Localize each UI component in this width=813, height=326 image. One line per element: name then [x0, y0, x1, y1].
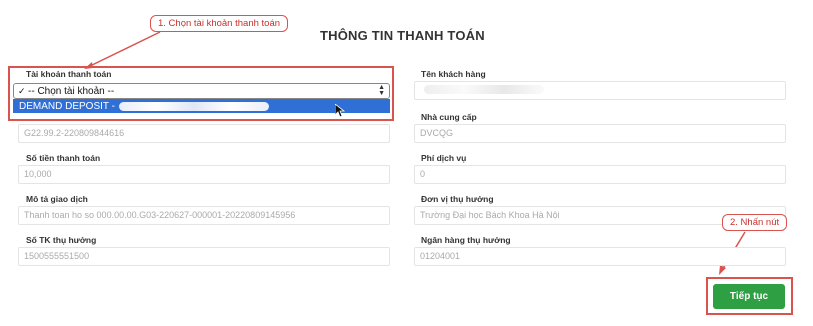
- amount-field: 10,000: [18, 165, 390, 184]
- masked-customer-name: [424, 85, 544, 94]
- step1-arrow-icon: [84, 31, 746, 275]
- option-label: DEMAND DEPOSIT -: [19, 100, 115, 112]
- step2-callout: 2. Nhấn nút: [722, 214, 788, 231]
- account-label: Tài khoản thanh toán: [26, 69, 112, 79]
- check-icon: ✓: [18, 85, 26, 96]
- mouse-cursor-icon: [335, 104, 345, 118]
- description-field: Thanh toan ho so 000.00.00.G03-220627-00…: [18, 206, 390, 225]
- amount-label: Số tiền thanh toán: [26, 153, 101, 163]
- customer-name-field: [414, 81, 786, 100]
- description-label: Mô tả giao dịch: [26, 194, 88, 204]
- service-fee-field: 0: [414, 165, 786, 184]
- continue-button[interactable]: Tiếp tục: [713, 284, 785, 309]
- provider-field: DVCQG: [414, 124, 786, 143]
- beneficiary-account-label: Số TK thụ hưởng: [26, 235, 97, 245]
- beneficiary-bank-field: 01204001: [414, 247, 786, 266]
- account-select-value: -- Chọn tài khoản --: [28, 85, 115, 97]
- beneficiary-account-field: 1500555551500: [18, 247, 390, 266]
- customer-name-label: Tên khách hàng: [421, 69, 486, 79]
- masked-account-number: [118, 101, 269, 111]
- account-select[interactable]: ✓ -- Chọn tài khoản -- ▲ ▼: [13, 83, 390, 99]
- beneficiary-unit-label: Đơn vị thụ hưởng: [421, 194, 494, 204]
- request-code-field: G22.99.2-220809844616: [18, 124, 390, 143]
- beneficiary-bank-label: Ngân hàng thụ hưởng: [421, 235, 511, 245]
- provider-label: Nhà cung cấp: [421, 112, 477, 122]
- service-fee-label: Phí dịch vụ: [421, 153, 467, 163]
- select-arrows-icon: ▲ ▼: [378, 84, 385, 97]
- account-option-demand-deposit[interactable]: DEMAND DEPOSIT -: [13, 99, 390, 113]
